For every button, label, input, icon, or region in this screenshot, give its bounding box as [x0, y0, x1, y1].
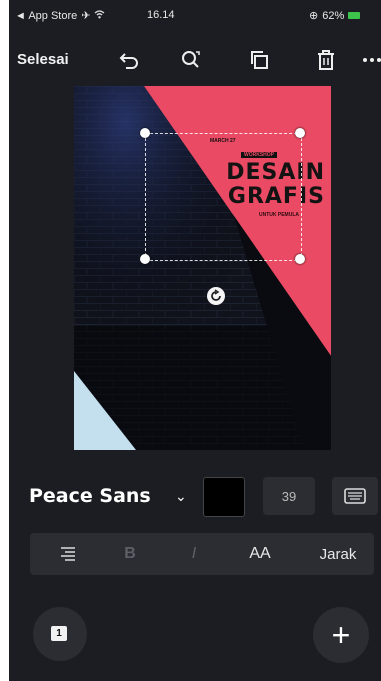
text-color-swatch[interactable]: [203, 477, 245, 517]
editor-toolbar: Selesai: [9, 34, 381, 86]
more-icon[interactable]: [361, 48, 381, 72]
selection-box[interactable]: [145, 133, 302, 261]
rotate-handle-icon[interactable]: [207, 287, 225, 305]
italic-button[interactable]: I: [170, 533, 218, 575]
done-button[interactable]: Selesai: [17, 51, 69, 68]
align-right-icon[interactable]: [44, 533, 92, 575]
font-size-button[interactable]: 39: [263, 477, 315, 515]
status-bar: ◄ App Store ✈ 16.14 ⊕ 62%: [9, 0, 381, 34]
format-toolbar: B I AA Jarak: [30, 533, 374, 575]
undo-icon[interactable]: [117, 48, 141, 72]
alarm-icon: ⊕: [309, 10, 319, 22]
copy-icon[interactable]: [247, 48, 271, 72]
resize-handle-top-right[interactable]: [295, 128, 305, 138]
uppercase-button[interactable]: AA: [234, 533, 286, 575]
trash-icon[interactable]: [314, 48, 338, 72]
spacing-button[interactable]: Jarak: [306, 533, 370, 575]
screen: ◄ App Store ✈ 16.14 ⊕ 62% Selesai MARCH …: [9, 0, 381, 681]
search-icon[interactable]: [179, 48, 203, 72]
add-button[interactable]: +: [313, 607, 369, 663]
resize-handle-top-left[interactable]: [140, 128, 150, 138]
battery-icon: [348, 12, 361, 19]
battery-percent: 62%: [322, 9, 345, 22]
back-to-app-store[interactable]: ◄ App Store: [15, 10, 77, 22]
pages-button[interactable]: 1: [33, 607, 87, 661]
resize-handle-bottom-left[interactable]: [140, 254, 150, 264]
resize-handle-bottom-right[interactable]: [295, 254, 305, 264]
wifi-icon: [94, 9, 105, 22]
text-tools-row: Peace Sans ⌄ 39: [9, 474, 381, 518]
bold-button[interactable]: B: [106, 533, 154, 575]
design-canvas[interactable]: MARCH 27 WORKSHOP DESAIN GRAFIS UNTUK PE…: [74, 86, 331, 450]
font-selector[interactable]: Peace Sans: [29, 485, 151, 507]
chevron-down-icon[interactable]: ⌄: [175, 488, 187, 505]
keyboard-icon[interactable]: [332, 477, 378, 515]
page-count-badge: 1: [51, 626, 67, 641]
airplane-icon: ✈: [81, 10, 91, 22]
status-time: 16.14: [147, 9, 175, 21]
